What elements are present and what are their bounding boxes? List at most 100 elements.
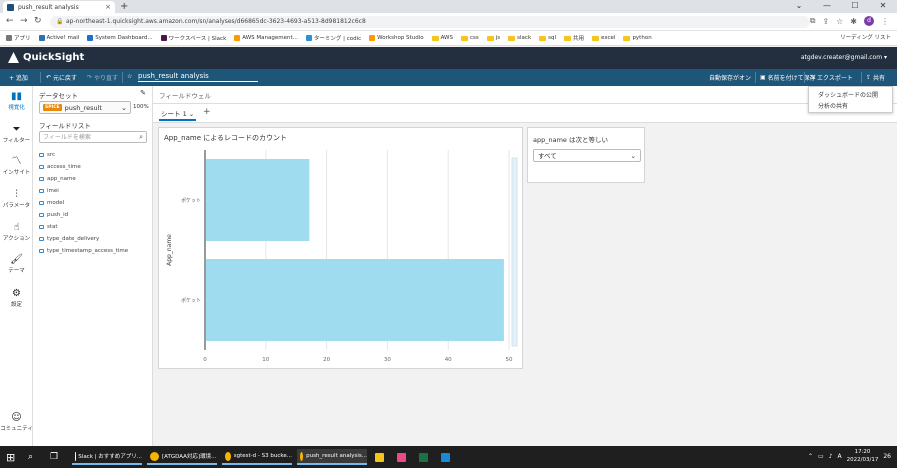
bookmark-item[interactable]: System Dashboard... <box>87 35 153 41</box>
rail-item-filter[interactable]: ⏷ フィルター <box>0 124 33 144</box>
autosave-toggle[interactable]: 自動保存がオン <box>709 73 751 82</box>
field-list-item[interactable]: type_date_delivery <box>39 236 99 242</box>
bookmark-label: slack <box>517 35 532 41</box>
bookmark-item[interactable]: Active! mail <box>38 35 79 41</box>
rail-item-theme[interactable]: 🖌 テーマ <box>0 254 33 274</box>
user-menu[interactable]: atgdev.creater@gmail.com ▾ <box>801 54 887 61</box>
field-list-item[interactable]: model <box>39 200 64 206</box>
field-list-item[interactable]: src <box>39 152 55 158</box>
edit-dataset-icon[interactable]: ✎ <box>140 89 146 97</box>
star-icon[interactable]: ☆ <box>836 17 843 26</box>
network-icon[interactable]: ▭ <box>818 453 824 460</box>
forward-icon[interactable]: → <box>20 16 28 26</box>
tray-chevron-icon[interactable]: ⌃ <box>808 453 813 460</box>
export-button[interactable]: ⇲ エクスポート <box>810 73 853 82</box>
chevron-down-icon[interactable]: ⌄ <box>189 110 194 118</box>
field-list-item[interactable]: imei <box>39 188 59 194</box>
file-explorer-icon[interactable] <box>375 449 384 465</box>
favorite-star-icon[interactable]: ☆ <box>127 73 132 80</box>
rail-item-chart[interactable]: ▮▮ 視覚化 <box>0 91 33 111</box>
bookmark-item[interactable]: python <box>623 35 652 41</box>
browser-tab[interactable]: push_result analysis × <box>3 1 115 13</box>
field-list-item[interactable]: app_name <box>39 176 76 182</box>
folder-icon <box>623 35 631 41</box>
menu-item-share-analysis[interactable]: 分析の共有 <box>818 101 848 110</box>
search-icon[interactable]: ⌕ <box>28 449 33 465</box>
share-button[interactable]: ⇪ 共有 <box>866 73 885 82</box>
reading-list-button[interactable]: リーディング リスト <box>840 33 891 41</box>
quicksight-logo-icon <box>8 52 19 63</box>
folder-icon <box>431 35 439 41</box>
close-tab-icon[interactable]: × <box>105 3 111 11</box>
menu-icon[interactable]: ⋮ <box>881 17 889 26</box>
volume-icon[interactable]: ♪ <box>829 453 833 460</box>
bookmark-item[interactable]: css <box>460 35 479 41</box>
field-list-item[interactable]: stat <box>39 224 58 230</box>
chart-scrollbar <box>511 157 518 347</box>
minimize-button[interactable]: — <box>813 0 841 12</box>
chevron-down-icon[interactable]: ⌄ <box>785 0 813 12</box>
rail-item-label: 設定 <box>10 302 22 308</box>
translate-icon[interactable]: ⧉ <box>810 16 816 26</box>
close-window-button[interactable]: ✕ <box>869 0 897 12</box>
store-icon[interactable] <box>397 449 406 465</box>
bookmark-item[interactable]: ターミング | codic <box>305 34 361 42</box>
bookmark-item[interactable]: AWS Management... <box>234 35 298 41</box>
bookmark-item[interactable]: ワークスペース | Slack <box>160 34 226 42</box>
url-field[interactable]: 🔒 ap-northeast-1.quicksight.aws.amazon.c… <box>50 16 810 28</box>
menu-item-publish-dashboard[interactable]: ダッシュボードの公開 <box>818 90 878 99</box>
windows-start-icon[interactable]: ⊞ <box>6 449 15 465</box>
bookmark-label: sql <box>548 35 557 41</box>
app-name: QuickSight <box>23 52 85 63</box>
field-name: push_id <box>47 212 69 218</box>
bookmark-item[interactable]: js <box>486 35 500 41</box>
bar-chart-visual[interactable]: App_name によるレコードのカウント 0 10 20 30 40 50 ポケット ポケッ… <box>158 127 523 369</box>
profile-avatar[interactable]: d <box>864 16 874 26</box>
extensions-icon[interactable]: ✱ <box>850 17 857 26</box>
redo-button[interactable]: ↷ やり直す <box>87 73 118 82</box>
filter-control-select[interactable]: すべて ⌄ <box>533 149 641 162</box>
rail-item-action[interactable]: ☝ アクション <box>0 222 33 242</box>
new-tab-button[interactable]: + <box>120 1 128 12</box>
bookmark-item[interactable]: excel <box>592 35 615 41</box>
dataset-select[interactable]: SPICE push_result ⌄ <box>39 101 131 114</box>
vscode-icon[interactable] <box>441 449 450 465</box>
maximize-button[interactable]: ☐ <box>841 0 869 12</box>
taskbar-app[interactable]: Slack | おすすめアプリ... <box>72 449 142 465</box>
rail-item-community[interactable]: ☺ コミュニティ <box>0 412 33 432</box>
field-search-input[interactable]: フィールドを検索 ⌕ <box>39 131 147 143</box>
ime-icon[interactable]: A <box>838 453 842 460</box>
share-icon[interactable]: ⇪ <box>822 17 829 26</box>
save-as-button[interactable]: ▣ 名前を付けて保存 <box>760 73 816 82</box>
clock[interactable]: 17:20 2022/03/17 <box>847 448 879 464</box>
reload-icon[interactable]: ↻ <box>34 16 42 26</box>
bookmark-item[interactable]: 共用 <box>564 34 584 42</box>
taskbar-app[interactable]: push_result analysis... <box>297 449 367 465</box>
field-wells[interactable]: フィールドウェル <box>153 86 897 104</box>
bookmark-item[interactable]: アプリ <box>6 34 31 42</box>
field-list-item[interactable]: access_time <box>39 164 81 170</box>
rail-item-insight[interactable]: 〽インサイト <box>0 156 33 176</box>
redo-icon: ↷ <box>87 74 93 81</box>
taskbar-app[interactable]: sgtest-d - S3 bucke... <box>222 449 292 465</box>
taskbar-app[interactable]: [ATGDAA対応]環境... <box>147 449 217 465</box>
bookmark-item[interactable]: sql <box>539 35 556 41</box>
rail-item-parameter[interactable]: ⫶ パラメータ <box>0 189 33 209</box>
notification-badge[interactable]: 26 <box>883 453 891 460</box>
add-sheet-button[interactable]: + <box>203 107 211 117</box>
back-icon[interactable]: ← <box>6 16 14 26</box>
bookmark-item[interactable]: AWS <box>431 35 453 41</box>
user-email: atgdev.creater@gmail.com <box>800 54 883 61</box>
bookmark-item[interactable]: Workshop Studio <box>369 35 424 41</box>
analysis-name-input[interactable]: push_result analysis <box>138 72 258 82</box>
bookmark-item[interactable]: slack <box>508 35 531 41</box>
tab-sheet-1[interactable]: シート 1 ⌄ <box>159 108 197 121</box>
add-button[interactable]: + 追加 <box>9 73 28 82</box>
field-list-item[interactable]: type_timestamp_access_time <box>39 248 128 254</box>
field-list-item[interactable]: push_id <box>39 212 68 218</box>
excel-icon[interactable] <box>419 449 428 465</box>
quicksight-logo[interactable]: QuickSight <box>8 52 84 63</box>
undo-button[interactable]: ↶ 元に戻す <box>46 73 77 82</box>
rail-item-settings[interactable]: ⚙ 設定 <box>0 288 33 308</box>
task-view-icon[interactable]: ❐ <box>50 449 58 465</box>
